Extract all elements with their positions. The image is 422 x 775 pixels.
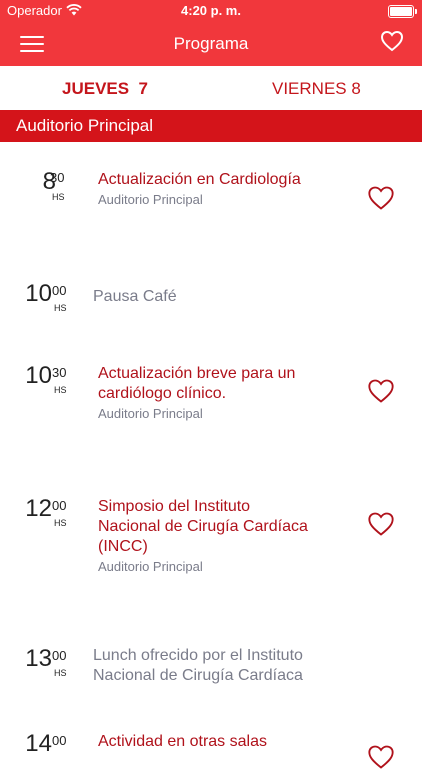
session-hour: 10 (25, 362, 52, 389)
tab-jueves[interactable]: JUEVES 7 (62, 79, 148, 99)
session-title: Actualización en Cardiología (98, 171, 301, 188)
session-title: Lunch ofrecido por el Instituto Nacional… (93, 646, 303, 686)
session-minutes: 00 (52, 283, 67, 298)
session-minutes: 30 (52, 365, 67, 380)
room-section-header: Auditorio Principal (0, 110, 422, 142)
session-title-line: Simposio del Instituto (98, 498, 251, 515)
session-title: Pausa Café (93, 288, 177, 305)
day-tabs: JUEVES 7 VIERNES 8 (0, 66, 422, 110)
session-title-line: Nacional de Cirugía Cardíaca (93, 667, 303, 684)
navigation-bar: Operador 4:20 p. m. Programa (0, 0, 422, 66)
session-hour: 12 (25, 495, 52, 522)
favorite-heart-button[interactable] (367, 378, 395, 409)
favorite-heart-button[interactable] (367, 185, 395, 216)
session-title-line: Nacional de Cirugía Cardíaca (98, 518, 308, 535)
session-minutes: 00 (52, 648, 67, 663)
heart-icon (368, 745, 394, 769)
session-hour: 10 (25, 280, 52, 307)
session-room: Auditorio Principal (98, 559, 203, 574)
heart-icon (368, 186, 394, 210)
session-hs: HS (54, 303, 67, 313)
heart-icon (380, 30, 404, 52)
session-minutes: 00 (52, 733, 67, 748)
session-room: Auditorio Principal (98, 406, 203, 421)
favorite-heart-button[interactable] (367, 511, 395, 542)
session-minutes: 00 (52, 498, 67, 513)
session-title: Simposio del Instituto Nacional de Cirug… (98, 497, 308, 557)
tab-viernes[interactable]: VIERNES 8 (272, 79, 361, 99)
session-title: Actividad en otras salas (98, 733, 267, 750)
favorites-heart-button[interactable] (380, 30, 404, 57)
session-hs: HS (52, 192, 65, 202)
status-time: 4:20 p. m. (181, 3, 241, 18)
session-hour: 13 (25, 645, 52, 672)
favorite-heart-button[interactable] (367, 744, 395, 775)
session-hs: HS (54, 668, 67, 678)
session-hour: 14 (25, 730, 52, 757)
session-title-line: Lunch ofrecido por el Instituto (93, 647, 303, 664)
battery-icon (388, 5, 417, 18)
session-title: Actualización breve para un cardiólogo c… (98, 364, 295, 404)
status-bar: Operador 4:20 p. m. (0, 0, 422, 22)
session-hs: HS (54, 518, 67, 528)
session-minutes: 30 (50, 170, 65, 185)
session-title-line: cardiólogo clínico. (98, 385, 227, 402)
heart-icon (368, 512, 394, 536)
session-title-line: Actualización breve para un (98, 365, 296, 382)
session-room: Auditorio Principal (98, 192, 203, 207)
heart-icon (368, 379, 394, 403)
session-title-line: (INCC) (98, 538, 148, 555)
page-title: Programa (173, 34, 249, 53)
session-hs: HS (54, 385, 67, 395)
